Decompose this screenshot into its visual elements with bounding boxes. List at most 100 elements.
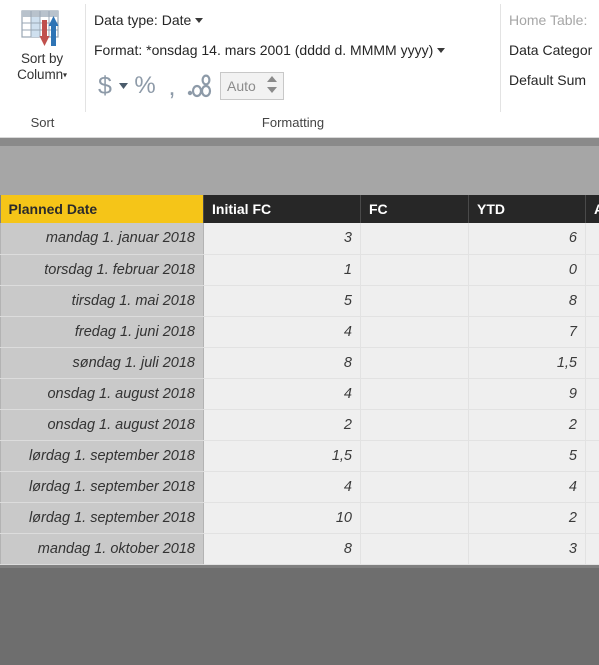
band-top-strip bbox=[0, 138, 599, 146]
cell-ytd[interactable]: 2 bbox=[468, 502, 586, 534]
cell-ytd[interactable]: 6 bbox=[468, 223, 586, 255]
table-row: mandag 1. oktober 2018 8 3 bbox=[0, 533, 599, 565]
cell-fc[interactable] bbox=[360, 471, 469, 503]
cell-initial-fc[interactable]: 1,5 bbox=[203, 440, 361, 472]
cell-ytd[interactable]: 8 bbox=[468, 285, 586, 317]
cell-a[interactable] bbox=[585, 223, 599, 255]
percent-format-button[interactable]: % bbox=[130, 72, 160, 100]
cell-a[interactable] bbox=[585, 440, 599, 472]
stepper-down-icon[interactable] bbox=[267, 87, 277, 93]
cell-fc[interactable] bbox=[360, 316, 469, 348]
ribbon-group-title-formatting: Formatting bbox=[261, 115, 325, 130]
sort-by-column-label-line2: Column bbox=[17, 67, 63, 82]
data-type-label: Data type: Date bbox=[94, 12, 192, 28]
cell-initial-fc[interactable]: 4 bbox=[203, 471, 361, 503]
ribbon-group-sort: Sort by Column▾ Sort bbox=[0, 0, 85, 138]
column-header-fc[interactable]: FC bbox=[360, 195, 469, 223]
cell-ytd[interactable]: 3 bbox=[468, 533, 586, 565]
cell-a[interactable] bbox=[585, 409, 599, 441]
currency-format-button[interactable]: $ bbox=[94, 72, 116, 101]
cell-planned-date[interactable]: lørdag 1. september 2018 bbox=[0, 471, 204, 503]
cell-initial-fc[interactable]: 1 bbox=[203, 254, 361, 286]
cell-a[interactable] bbox=[585, 254, 599, 286]
sort-by-column-label-line1: Sort by bbox=[20, 51, 64, 66]
default-summarization-label[interactable]: Default Sum bbox=[509, 72, 586, 88]
cell-planned-date[interactable]: onsdag 1. august 2018 bbox=[0, 378, 204, 410]
table-row: torsdag 1. februar 2018 1 0 bbox=[0, 254, 599, 286]
cell-planned-date[interactable]: lørdag 1. september 2018 bbox=[0, 502, 204, 534]
decimal-places-icon[interactable] bbox=[184, 74, 218, 98]
data-grid-container[interactable]: Planned Date Initial FC FC YTD A mandag … bbox=[0, 195, 599, 568]
cell-fc[interactable] bbox=[360, 502, 469, 534]
cell-ytd[interactable]: 2 bbox=[468, 409, 586, 441]
table-row: lørdag 1. september 2018 10 2 bbox=[0, 502, 599, 534]
decimal-places-stepper[interactable]: Auto bbox=[220, 72, 284, 100]
cell-planned-date[interactable]: tirsdag 1. mai 2018 bbox=[0, 285, 204, 317]
cell-ytd[interactable]: 0 bbox=[468, 254, 586, 286]
ribbon: Sort by Column▾ Sort Data type: Date For… bbox=[0, 0, 599, 138]
cell-a[interactable] bbox=[585, 533, 599, 565]
cell-a[interactable] bbox=[585, 347, 599, 379]
cell-a[interactable] bbox=[585, 378, 599, 410]
decimal-places-value: Auto bbox=[227, 78, 256, 94]
cell-fc[interactable] bbox=[360, 440, 469, 472]
data-type-row[interactable]: Data type: Date bbox=[94, 12, 204, 28]
cell-fc[interactable] bbox=[360, 378, 469, 410]
currency-chevron-down-icon[interactable] bbox=[116, 83, 130, 89]
column-header-a[interactable]: A bbox=[585, 195, 599, 223]
sort-by-column-icon bbox=[18, 8, 66, 48]
cell-planned-date[interactable]: søndag 1. juli 2018 bbox=[0, 347, 204, 379]
cell-ytd[interactable]: 7 bbox=[468, 316, 586, 348]
cell-initial-fc[interactable]: 5 bbox=[203, 285, 361, 317]
stepper-arrows[interactable] bbox=[267, 76, 277, 93]
cell-fc[interactable] bbox=[360, 223, 469, 255]
cell-a[interactable] bbox=[585, 316, 599, 348]
table-row: lørdag 1. september 2018 1,5 5 bbox=[0, 440, 599, 472]
sort-by-column-label: Sort by Column▾ bbox=[17, 51, 67, 83]
cell-initial-fc[interactable]: 10 bbox=[203, 502, 361, 534]
thousands-separator-button[interactable]: , bbox=[160, 71, 184, 102]
cell-fc[interactable] bbox=[360, 254, 469, 286]
format-chevron-down-icon[interactable] bbox=[437, 48, 446, 53]
cell-a[interactable] bbox=[585, 471, 599, 503]
cell-initial-fc[interactable]: 4 bbox=[203, 378, 361, 410]
cell-initial-fc[interactable]: 3 bbox=[203, 223, 361, 255]
table-row: lørdag 1. september 2018 4 4 bbox=[0, 471, 599, 503]
cell-fc[interactable] bbox=[360, 409, 469, 441]
cell-fc[interactable] bbox=[360, 533, 469, 565]
stepper-up-icon[interactable] bbox=[267, 76, 277, 82]
cell-planned-date[interactable]: mandag 1. oktober 2018 bbox=[0, 533, 204, 565]
home-table-label: Home Table: bbox=[509, 12, 588, 28]
chevron-down-icon[interactable]: ▾ bbox=[63, 70, 67, 79]
cell-planned-date[interactable]: torsdag 1. februar 2018 bbox=[0, 254, 204, 286]
cell-ytd[interactable]: 5 bbox=[468, 440, 586, 472]
format-row[interactable]: Format: *onsdag 14. mars 2001 (dddd d. M… bbox=[94, 42, 446, 58]
cell-planned-date[interactable]: fredag 1. juni 2018 bbox=[0, 316, 204, 348]
cell-a[interactable] bbox=[585, 502, 599, 534]
data-category-label[interactable]: Data Categor bbox=[509, 42, 592, 58]
table-row: fredag 1. juni 2018 4 7 bbox=[0, 316, 599, 348]
column-header-initial-fc[interactable]: Initial FC bbox=[203, 195, 361, 223]
sort-by-column-button[interactable]: Sort by Column▾ bbox=[2, 4, 82, 108]
cell-initial-fc[interactable]: 8 bbox=[203, 347, 361, 379]
cell-ytd[interactable]: 1,5 bbox=[468, 347, 586, 379]
cell-ytd[interactable]: 9 bbox=[468, 378, 586, 410]
data-type-chevron-down-icon[interactable] bbox=[195, 18, 204, 23]
formatting-toolbar: $ % , Auto bbox=[94, 68, 284, 104]
cell-fc[interactable] bbox=[360, 285, 469, 317]
toolbar-spacer-band bbox=[0, 138, 599, 195]
grid-body: mandag 1. januar 2018 3 6 torsdag 1. feb… bbox=[0, 223, 599, 565]
column-header-ytd[interactable]: YTD bbox=[468, 195, 586, 223]
cell-planned-date[interactable]: lørdag 1. september 2018 bbox=[0, 440, 204, 472]
cell-a[interactable] bbox=[585, 285, 599, 317]
cell-fc[interactable] bbox=[360, 347, 469, 379]
ribbon-group-properties: Home Table: Data Categor Default Sum bbox=[501, 0, 599, 138]
cell-initial-fc[interactable]: 2 bbox=[203, 409, 361, 441]
cell-initial-fc[interactable]: 8 bbox=[203, 533, 361, 565]
table-row: mandag 1. januar 2018 3 6 bbox=[0, 223, 599, 255]
cell-planned-date[interactable]: onsdag 1. august 2018 bbox=[0, 409, 204, 441]
cell-initial-fc[interactable]: 4 bbox=[203, 316, 361, 348]
cell-planned-date[interactable]: mandag 1. januar 2018 bbox=[0, 223, 204, 255]
column-header-planned-date[interactable]: Planned Date bbox=[0, 195, 204, 223]
cell-ytd[interactable]: 4 bbox=[468, 471, 586, 503]
